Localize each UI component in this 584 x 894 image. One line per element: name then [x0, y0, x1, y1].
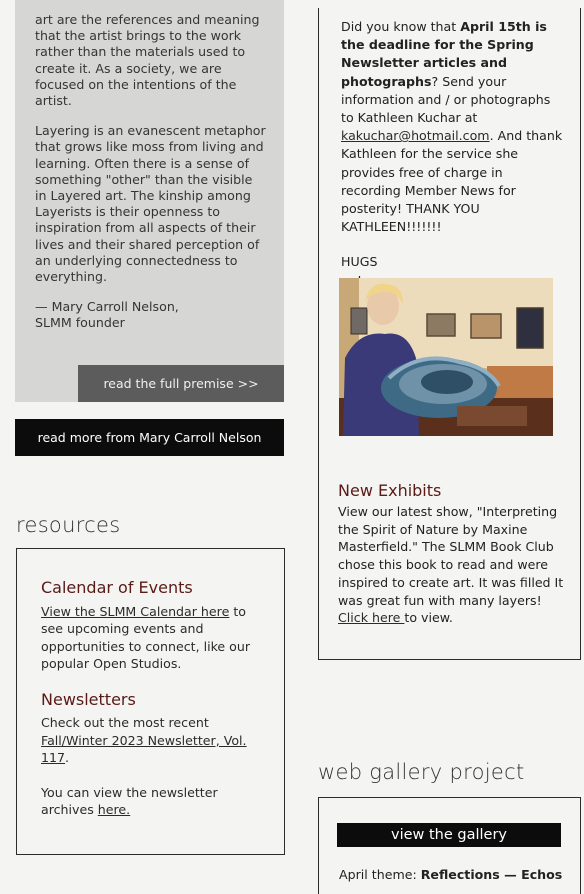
premise-quote-panel: art are the references and meaning that …: [15, 0, 284, 402]
april-theme-label: April theme:: [339, 867, 421, 882]
resources-heading: resources: [16, 513, 121, 537]
quote-paragraph: Layering is an evanescent metaphor that …: [35, 123, 266, 285]
exhibit-photo-illustration: [339, 278, 553, 436]
calendar-title: Calendar of Events: [41, 578, 193, 597]
newsletter-link[interactable]: Fall/Winter 2023 Newsletter, Vol. 117: [41, 733, 247, 766]
newsletters-section: Newsletters Check out the most recent Fa…: [41, 689, 266, 819]
news-intro: Did you know that: [341, 19, 461, 34]
newsletters-title: Newsletters: [41, 689, 136, 709]
calendar-text: View the SLMM Calendar here to see upcom…: [41, 603, 266, 673]
signature-name: — Mary Carroll Nelson,: [35, 299, 179, 315]
view-gallery-button[interactable]: view the gallery: [337, 823, 561, 847]
quote-signature: — Mary Carroll Nelson, SLMM founder: [35, 299, 266, 331]
email-link[interactable]: kakuchar@hotmail.com: [341, 128, 490, 143]
web-gallery-heading: web gallery project: [318, 760, 525, 784]
resources-panel: Calendar of Events View the SLMM Calenda…: [16, 548, 285, 855]
news-outro: . And thank Kathleen for the service she…: [341, 128, 563, 235]
calendar-link[interactable]: View the SLMM Calendar here: [41, 604, 229, 619]
read-more-mary-carroll-nelson-button[interactable]: read more from Mary Carroll Nelson: [15, 419, 284, 456]
news-text: Did you know that April 15th is the dead…: [341, 18, 566, 236]
april-theme-value: Reflections — Echos: [420, 867, 563, 882]
newsletters-text: Check out the most recent Fall/Winter 20…: [41, 714, 266, 767]
exhibit-photo: [339, 278, 553, 436]
read-full-premise-button[interactable]: read the full premise >>: [78, 365, 284, 402]
archives-link[interactable]: here.: [98, 802, 130, 817]
april-theme: April theme: Reflections — Echos: [339, 867, 562, 882]
new-exhibits-title: New Exhibits: [338, 481, 442, 500]
exhibit-click-here-link[interactable]: Click here: [338, 610, 404, 625]
new-exhibits-text: View our latest show, "Interpreting the …: [338, 503, 573, 627]
exhibits-link-after: to view.: [404, 610, 453, 626]
signature-role: SLMM founder: [35, 315, 125, 331]
news-hugs: HUGS: [341, 254, 378, 270]
archives-text: You can view the newsletter archives her…: [41, 784, 266, 819]
newsletters-text-lead: Check out the most recent: [41, 715, 209, 730]
exhibits-description: View our latest show, "Interpreting the …: [338, 504, 564, 608]
quote-paragraph: art are the references and meaning that …: [35, 12, 260, 109]
calendar-section: Calendar of Events View the SLMM Calenda…: [41, 579, 266, 673]
newsletters-text-end: .: [65, 750, 70, 765]
